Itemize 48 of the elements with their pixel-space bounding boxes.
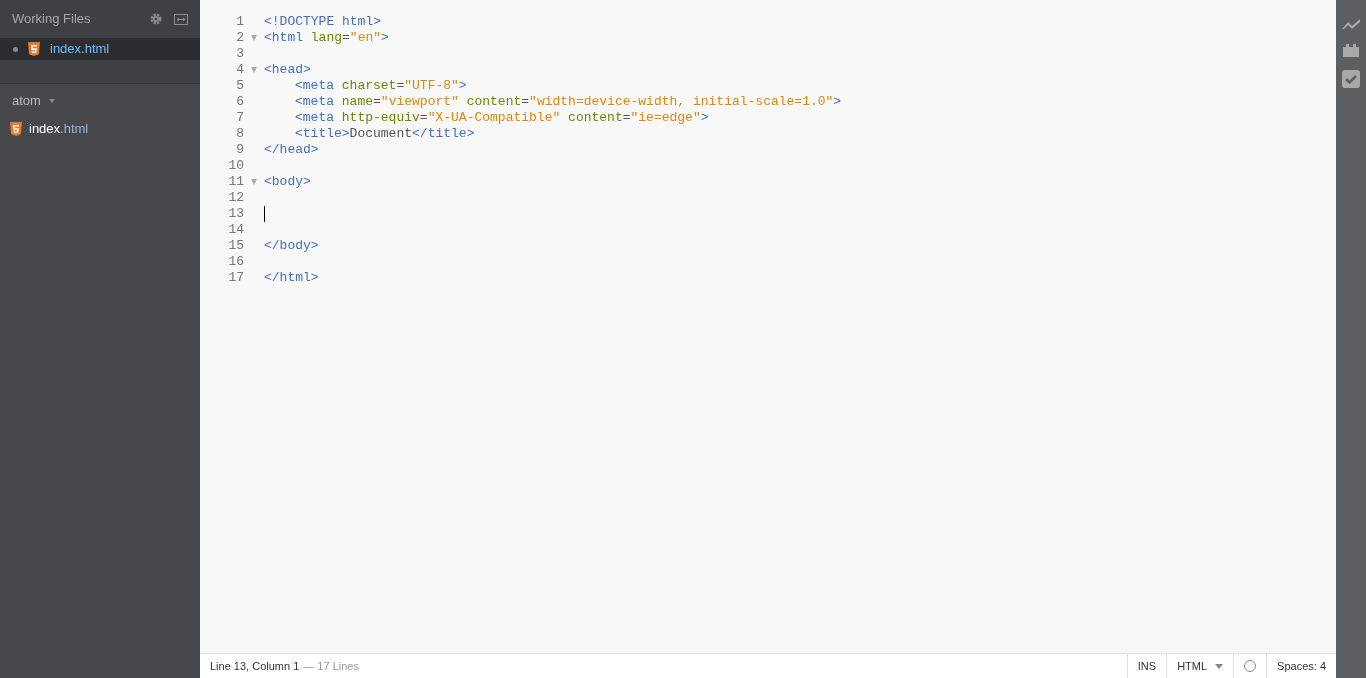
code-line: <body>	[264, 174, 311, 190]
project-file-item[interactable]: index.html	[29, 119, 89, 139]
line-number: 17	[227, 270, 244, 286]
code-line: </html>	[264, 270, 319, 286]
line-number: 13	[227, 206, 244, 222]
line-number: 12	[227, 190, 244, 206]
settings-icon[interactable]	[150, 13, 162, 25]
project-name[interactable]: atom	[12, 91, 41, 111]
line-number: 14	[227, 222, 244, 238]
line-number: 8	[235, 126, 244, 142]
line-number: 5	[235, 78, 244, 94]
code-line: <title>Document</title>	[294, 126, 475, 142]
dropdown-caret-icon	[1215, 663, 1224, 669]
panel-title: Working Files	[12, 10, 92, 29]
dropdown-caret-icon[interactable]	[48, 99, 55, 103]
line-count: — 17 Lines	[302, 658, 360, 674]
line-number: 16	[227, 254, 244, 270]
line-number: 15	[227, 238, 244, 254]
code-line: <meta name="viewport" content="width=device-width, initial-scale=1.0">	[294, 94, 842, 110]
code-line: </head>	[264, 142, 319, 158]
fold-arrow-icon[interactable]	[251, 179, 257, 185]
live-preview-icon[interactable]	[1341, 18, 1361, 30]
line-number: 6	[235, 94, 244, 110]
fold-arrow-icon[interactable]	[251, 35, 257, 41]
code-line: <html lang="en">	[264, 30, 389, 46]
code-line: </body>	[264, 238, 319, 254]
code-line: <meta http-equiv="X-UA-Compatible" content="ie=edge">	[294, 110, 709, 126]
insert-mode-toggle[interactable]: INS	[1126, 654, 1167, 678]
code-line: <meta charset="UTF-8">	[294, 78, 467, 94]
language-selector[interactable]: HTML	[1166, 654, 1234, 678]
extensions-icon[interactable]	[1342, 43, 1360, 57]
line-number: 11	[227, 174, 244, 190]
line-number: 3	[235, 46, 244, 62]
split-view-icon[interactable]	[174, 13, 188, 25]
html5-file-icon	[28, 42, 40, 56]
html5-file-icon	[10, 122, 22, 136]
code-line: <head>	[264, 62, 311, 78]
checkmark-icon[interactable]	[1342, 70, 1360, 88]
working-file-item[interactable]: index.html	[0, 38, 200, 60]
line-number: 1	[235, 14, 244, 30]
line-number: 2	[235, 30, 244, 46]
line-number: 4	[235, 62, 244, 78]
cursor-position: Line 13, Column 1	[209, 658, 300, 674]
code-line: <!DOCTYPE html>	[264, 14, 382, 30]
line-number: 10	[227, 158, 244, 174]
line-number: 7	[235, 110, 244, 126]
fold-arrow-icon[interactable]	[251, 67, 257, 73]
line-number: 9	[235, 142, 244, 158]
